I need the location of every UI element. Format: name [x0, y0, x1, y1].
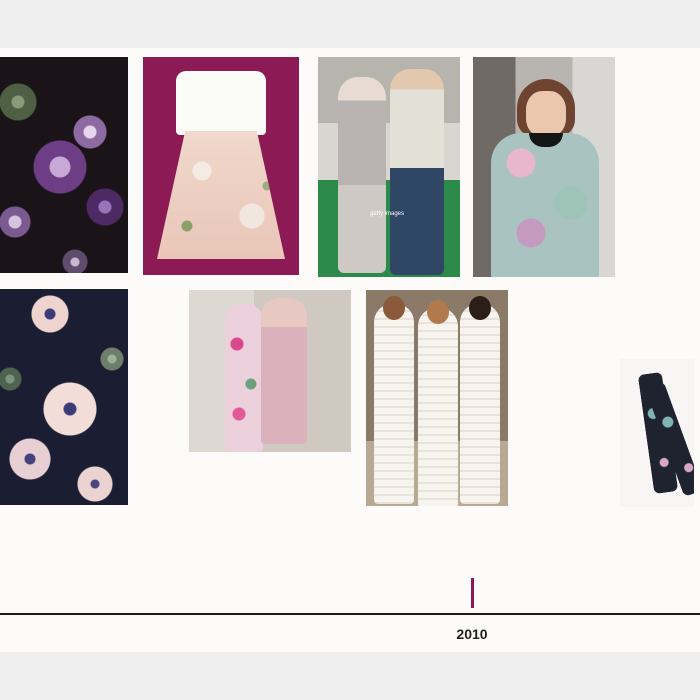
woman-white-lace-1 — [374, 296, 414, 504]
white-floral-dress-image — [143, 57, 299, 275]
two-women-dresses-image — [189, 290, 351, 452]
timeline-marker — [471, 578, 474, 608]
woman-pink-floral-dress — [225, 304, 263, 452]
street-style-couple-image: getty images — [318, 57, 460, 277]
man-figure — [390, 69, 444, 275]
model-floral-top-image — [473, 57, 615, 277]
timeline-year-label: 2010 — [456, 626, 488, 642]
timeline-axis — [0, 613, 700, 615]
purple-floral-print-image — [0, 57, 128, 273]
dress-bodice — [176, 71, 266, 135]
model-face — [526, 91, 566, 137]
model-floral-blouse — [491, 133, 599, 277]
woman-white-lace-2 — [418, 300, 458, 506]
woman-blush-dress — [261, 298, 307, 444]
floral-scarf-image — [620, 359, 694, 507]
three-women-white-lace-image — [366, 290, 508, 506]
getty-watermark: getty images — [370, 211, 405, 217]
navy-floral-print-image — [0, 289, 128, 505]
woman-white-lace-3 — [460, 296, 500, 504]
slide-canvas: getty images 2010 — [0, 48, 700, 652]
woman-figure — [338, 77, 386, 273]
dress-skirt — [157, 131, 285, 259]
